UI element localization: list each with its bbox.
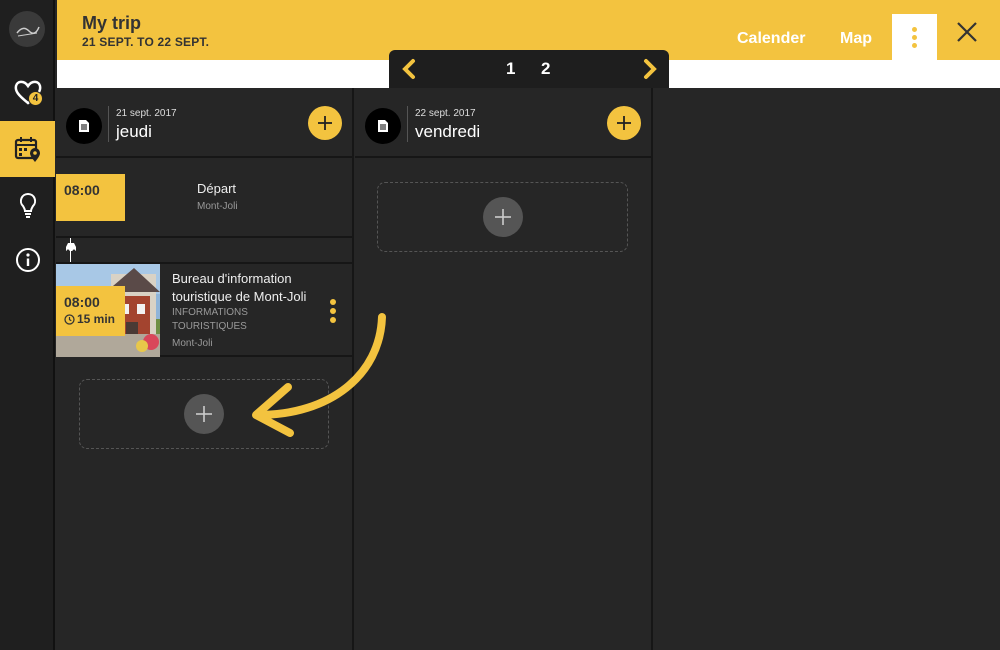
add-activity-plus-button[interactable] — [483, 197, 523, 237]
visit-duration: 15 min — [77, 312, 116, 326]
plus-icon — [617, 116, 631, 130]
lightbulb-icon — [19, 192, 36, 218]
add-activity-plus-button[interactable] — [184, 394, 224, 434]
divider — [407, 106, 408, 142]
calendar-pin-icon — [14, 137, 40, 162]
sidebar-item-info[interactable] — [0, 232, 55, 288]
document-icon — [79, 120, 89, 132]
list-item-departure[interactable]: 08:00 Départ Mont-Joli — [56, 158, 354, 238]
hint-arrow-icon — [252, 313, 386, 437]
kebab-dot — [912, 42, 917, 48]
trip-date-range: 21 SEPT. TO 22 SEPT. — [82, 35, 210, 49]
page-number-2[interactable]: 2 — [541, 59, 550, 79]
sidebar-item-ideas[interactable] — [0, 177, 55, 233]
item-location: Mont-Joli — [172, 338, 213, 349]
close-icon[interactable] — [955, 20, 979, 44]
previous-page-arrow-icon[interactable] — [399, 58, 419, 80]
plus-icon — [196, 406, 212, 422]
info-icon — [15, 248, 40, 272]
nav-map-link[interactable]: Map — [840, 30, 872, 48]
add-activity-slot[interactable] — [377, 182, 628, 252]
next-page-arrow-icon[interactable] — [640, 58, 660, 80]
visit-time-tag: 08:00 15 min — [56, 286, 125, 336]
page-title: My trip — [82, 13, 142, 33]
page-number-1[interactable]: 1 — [506, 59, 515, 79]
page-pager: 1 2 — [389, 50, 669, 88]
divider — [108, 106, 109, 142]
plus-icon — [318, 116, 332, 130]
visit-duration-row: 15 min — [64, 312, 117, 326]
day-header: 21 sept. 2017 jeudi — [56, 88, 352, 158]
kebab-dot — [912, 34, 917, 40]
plus-icon — [495, 209, 511, 225]
favorites-count-badge: 4 — [28, 91, 43, 106]
car-icon — [66, 243, 76, 253]
sidebar-item-favorites[interactable]: 4 — [0, 64, 55, 120]
day-name: jeudi — [116, 122, 152, 141]
trip-planner-screen: 4 My trip 21 SEPT. TO 22 SEPT. Calender … — [0, 0, 1000, 650]
clock-icon — [64, 313, 75, 325]
logo-icon[interactable] — [9, 11, 45, 47]
add-activity-button[interactable] — [308, 106, 342, 140]
day-name: vendredi — [415, 122, 481, 141]
nav-calender-link[interactable]: Calender — [737, 30, 805, 48]
sidebar-item-trip-calendar[interactable] — [0, 121, 55, 177]
kebab-dot — [912, 26, 917, 32]
day-notes-button[interactable] — [66, 108, 102, 144]
add-activity-button[interactable] — [607, 106, 641, 140]
day-header: 22 sept. 2017 vendredi — [355, 88, 651, 158]
day-notes-button[interactable] — [365, 108, 401, 144]
item-title: Bureau d'information touristique de Mont… — [172, 271, 307, 304]
item-title: Départ — [197, 181, 237, 196]
more-options-button[interactable] — [892, 14, 937, 60]
sidebar: 4 — [0, 0, 55, 650]
day-date: 22 sept. 2017 — [415, 108, 476, 119]
day-date: 21 sept. 2017 — [116, 108, 177, 119]
document-icon — [378, 120, 388, 132]
departure-time: 08:00 — [56, 174, 125, 221]
visit-time: 08:00 — [64, 294, 100, 310]
item-location: Mont-Joli — [197, 201, 238, 212]
